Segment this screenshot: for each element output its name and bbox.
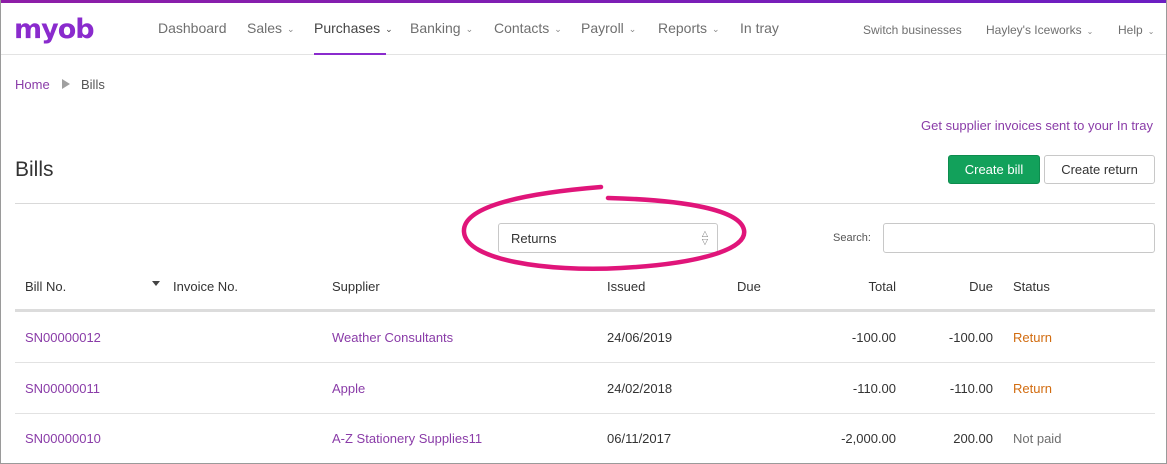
nav-contacts-label: Contacts	[494, 20, 550, 36]
sort-descending-icon[interactable]	[152, 281, 160, 286]
page-title: Bills	[15, 158, 54, 181]
app-window: myob Dashboard Sales ⌄ Purchases ⌄ Banking…	[0, 0, 1167, 464]
column-header-bill-no[interactable]: Bill No.	[25, 279, 66, 294]
create-bill-button[interactable]: Create bill	[948, 155, 1040, 184]
issued-date: 24/06/2019	[607, 330, 673, 345]
chevron-down-icon: ⌄	[628, 24, 637, 34]
breadcrumb-current: Bills	[81, 77, 105, 92]
nav-sales[interactable]: Sales ⌄	[247, 20, 295, 36]
chevron-down-icon: ⌄	[1147, 27, 1155, 36]
bill-number-link[interactable]: SN00000012	[25, 330, 101, 345]
nav-contacts[interactable]: Contacts ⌄	[494, 20, 562, 36]
nav-dashboard-label: Dashboard	[158, 20, 227, 36]
chevron-down-icon: ⌄	[287, 24, 295, 34]
total-amount: -110.00	[852, 381, 896, 396]
nav-payroll-label: Payroll	[581, 20, 624, 36]
myob-logo[interactable]: myob	[14, 14, 95, 45]
chevron-down-icon: ⌄	[465, 24, 474, 34]
switch-businesses-link[interactable]: Switch businesses	[863, 23, 962, 37]
select-arrows-icon: △ ▽	[701, 229, 708, 246]
supplier-link[interactable]: Apple	[332, 381, 365, 396]
column-header-status[interactable]: Status	[1013, 279, 1050, 294]
column-header-issued[interactable]: Issued	[607, 279, 645, 294]
top-navigation: myob Dashboard Sales ⌄ Purchases ⌄ Banking…	[1, 3, 1166, 55]
nav-payroll[interactable]: Payroll ⌄	[581, 20, 636, 36]
total-amount: -2,000.00	[841, 431, 896, 446]
filter-selected-value: Returns	[511, 231, 557, 246]
column-header-invoice-no[interactable]: Invoice No.	[173, 279, 238, 294]
bill-number-link[interactable]: SN00000010	[25, 431, 101, 446]
business-name: Hayley's Iceworks	[986, 23, 1082, 37]
table-row[interactable]: SN00000010 A-Z Stationery Supplies11 06/…	[15, 413, 1155, 463]
nav-in-tray[interactable]: In tray	[740, 20, 779, 36]
in-tray-promo-link[interactable]: Get supplier invoices sent to your In tr…	[921, 118, 1153, 133]
chevron-down-icon: ⌄	[1086, 27, 1094, 36]
chevron-down-icon: ⌄	[712, 24, 720, 34]
breadcrumb-home[interactable]: Home	[15, 77, 50, 92]
status-badge: Not paid	[1013, 431, 1062, 446]
business-menu[interactable]: Hayley's Iceworks ⌄	[986, 23, 1093, 37]
header-divider	[15, 203, 1155, 204]
column-header-total[interactable]: Total	[796, 279, 896, 294]
nav-in-tray-label: In tray	[740, 20, 779, 36]
due-amount: 200.00	[953, 431, 993, 446]
nav-reports[interactable]: Reports ⌄	[658, 20, 720, 36]
search-input[interactable]	[883, 223, 1155, 253]
status-badge: Return	[1013, 330, 1053, 345]
column-header-due-amount[interactable]: Due	[893, 279, 993, 294]
bill-status-filter[interactable]: Returns △ ▽	[498, 223, 718, 253]
total-amount: -100.00	[851, 330, 896, 345]
nav-reports-label: Reports	[658, 20, 708, 36]
nav-banking-label: Banking	[410, 20, 461, 36]
nav-purchases-label: Purchases	[314, 20, 381, 36]
table-row[interactable]: SN00000011 Apple 24/02/2018 -110.00 -110…	[15, 363, 1155, 414]
supplier-link[interactable]: A-Z Stationery Supplies11	[332, 431, 482, 446]
due-amount: -110.00	[949, 381, 993, 396]
active-nav-indicator	[314, 53, 386, 55]
search-label: Search:	[833, 232, 871, 244]
breadcrumb-separator-icon	[62, 79, 70, 89]
table-row[interactable]: SN00000012 Weather Consultants 24/06/201…	[15, 312, 1155, 363]
status-badge: Return	[1013, 381, 1053, 396]
column-header-due-date[interactable]: Due	[737, 279, 761, 294]
chevron-down-icon: ⌄	[554, 24, 562, 34]
nav-purchases[interactable]: Purchases ⌄	[314, 20, 393, 36]
nav-banking[interactable]: Banking ⌄	[410, 20, 473, 36]
issued-date: 24/02/2018	[607, 381, 673, 396]
chevron-down-icon: ⌄	[385, 24, 393, 34]
help-menu[interactable]: Help ⌄	[1118, 23, 1154, 37]
due-amount: -100.00	[948, 330, 993, 345]
help-label: Help	[1118, 23, 1143, 37]
supplier-link[interactable]: Weather Consultants	[332, 330, 453, 345]
column-header-supplier[interactable]: Supplier	[332, 279, 380, 294]
create-return-button[interactable]: Create return	[1044, 155, 1155, 184]
bill-number-link[interactable]: SN00000011	[25, 381, 100, 396]
issued-date: 06/11/2017	[607, 431, 672, 446]
nav-sales-label: Sales	[247, 20, 283, 36]
nav-dashboard[interactable]: Dashboard	[158, 20, 227, 36]
